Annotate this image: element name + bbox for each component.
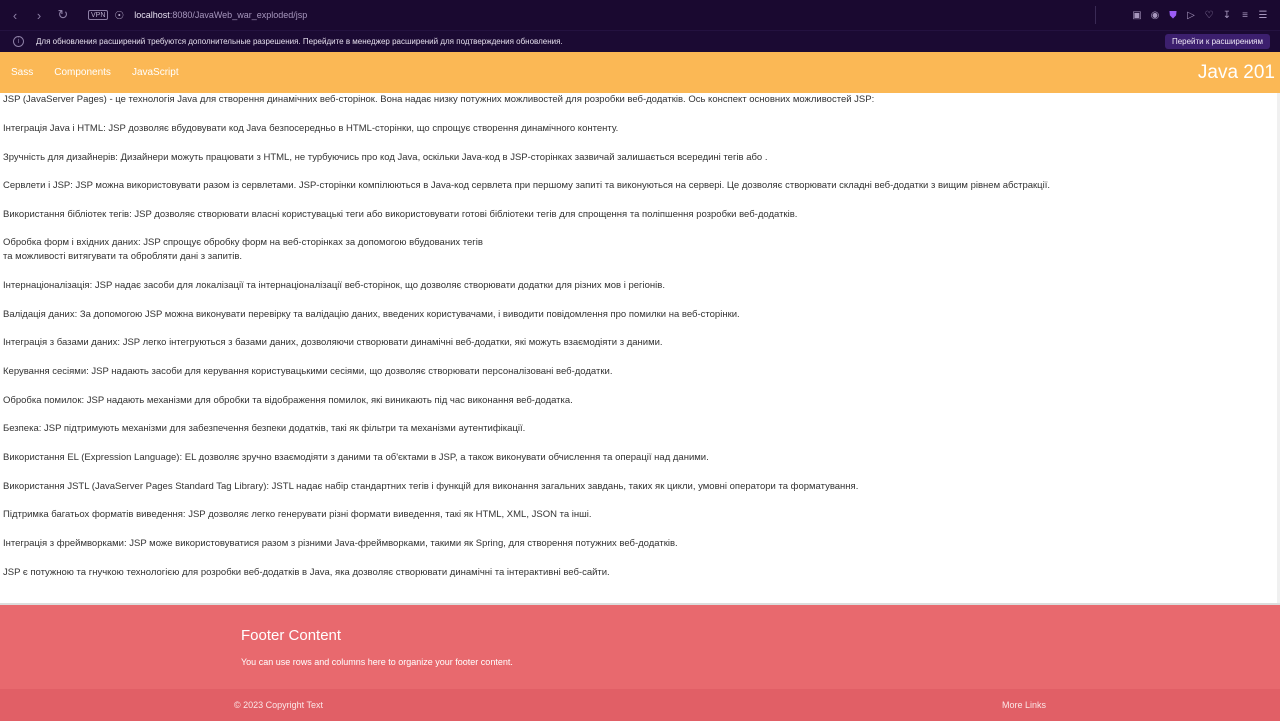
- paragraph: Інтеграція Java і HTML: JSP дозволяє вбу…: [3, 123, 619, 134]
- paragraph: Сервлети і JSP: JSP можна використовуват…: [3, 180, 1051, 191]
- page-bottom: [0, 721, 1280, 727]
- paragraph: JSP є потужною та гнучкою технологією дл…: [3, 567, 610, 578]
- site-brand[interactable]: Java 201: [1198, 62, 1275, 84]
- footer-text: You can use rows and columns here to org…: [241, 657, 513, 667]
- heart-icon[interactable]: ♡: [1200, 10, 1218, 21]
- play-icon[interactable]: ▷: [1182, 10, 1200, 21]
- url-path: :8080/JavaWeb_war_exploded/jsp: [169, 10, 308, 20]
- toolbar-icons: ▣ ◉ ⛊ ▷ ♡ ↧ ≡ ☰: [1128, 0, 1272, 30]
- menu-icon[interactable]: ☰: [1254, 10, 1272, 21]
- url-host: localhost: [134, 10, 170, 20]
- paragraph: Безпека: JSP підтримують механізми для з…: [3, 423, 526, 434]
- nav-link-components[interactable]: Components: [54, 67, 111, 78]
- paragraph: та можливості витягувати та обробляти да…: [3, 251, 243, 262]
- camera-icon[interactable]: ◉: [1146, 10, 1164, 21]
- paragraph: Підтримка багатьох форматів виведення: J…: [3, 509, 592, 520]
- download-icon[interactable]: ↧: [1218, 10, 1236, 21]
- browser-toolbar: ‹ › ↻ VPN ☉ localhost:8080/JavaWeb_war_e…: [0, 0, 1280, 30]
- copyright-text: © 2023 Copyright Text: [234, 700, 324, 710]
- paragraph: Використання бібліотек тегів: JSP дозвол…: [3, 209, 798, 220]
- vpn-badge[interactable]: VPN: [88, 10, 109, 20]
- paragraph: Валідація даних: За допомогою JSP можна …: [3, 309, 740, 320]
- reload-icon[interactable]: ↻: [52, 4, 74, 26]
- address-bar[interactable]: localhost:8080/JavaWeb_war_exploded/jsp: [134, 10, 307, 20]
- paragraph: Використання EL (Expression Language): E…: [3, 452, 709, 463]
- paragraph: Інтернаціоналізація: JSP надає засоби дл…: [3, 280, 665, 291]
- paragraph: Обробка помилок: JSP надають механізми д…: [3, 395, 573, 406]
- nav-link-sass[interactable]: Sass: [11, 67, 33, 78]
- go-to-extensions-button[interactable]: Перейти к расширениям: [1164, 34, 1270, 49]
- notification-text: Для обновления расширений требуются допо…: [36, 37, 563, 46]
- forward-icon[interactable]: ›: [28, 4, 50, 26]
- footer-bottom-bar: © 2023 Copyright Text More Links: [0, 689, 1280, 721]
- paragraph: Використання JSTL (JavaServer Pages Stan…: [3, 481, 859, 492]
- footer: Footer Content You can use rows and colu…: [0, 603, 1280, 689]
- paragraph: Керування сесіями: JSP надають засоби дл…: [3, 366, 613, 377]
- info-icon: i: [13, 36, 24, 47]
- paragraph: Зручність для дизайнерів: Дизайнери можу…: [3, 152, 768, 163]
- paragraph: JSP (JavaServer Pages) - це технологія J…: [3, 94, 875, 105]
- site-nav: Sass Components JavaScript: [11, 67, 200, 78]
- paragraph: Обробка форм і вхідних даних: JSP спрощу…: [3, 237, 483, 248]
- main-content: JSP (JavaServer Pages) - це технологія J…: [0, 93, 1280, 603]
- back-icon[interactable]: ‹: [4, 4, 26, 26]
- paragraph: Інтеграція з базами даних: JSP легко інт…: [3, 337, 663, 348]
- image-search-icon[interactable]: ▣: [1128, 10, 1146, 21]
- nav-link-javascript[interactable]: JavaScript: [132, 67, 179, 78]
- site-header: Sass Components JavaScript Java 201: [0, 52, 1280, 93]
- toolbar-divider: [1095, 6, 1096, 24]
- settings-icon[interactable]: ≡: [1236, 10, 1254, 21]
- globe-icon[interactable]: ☉: [114, 9, 124, 22]
- paragraph: Інтеграція з фреймворками: JSP може вико…: [3, 538, 678, 549]
- extension-notification-bar: i Для обновления расширений требуются до…: [0, 30, 1280, 52]
- more-links-link[interactable]: More Links: [1002, 700, 1046, 710]
- footer-title: Footer Content: [241, 627, 342, 644]
- shield-icon[interactable]: ⛊: [1164, 10, 1182, 21]
